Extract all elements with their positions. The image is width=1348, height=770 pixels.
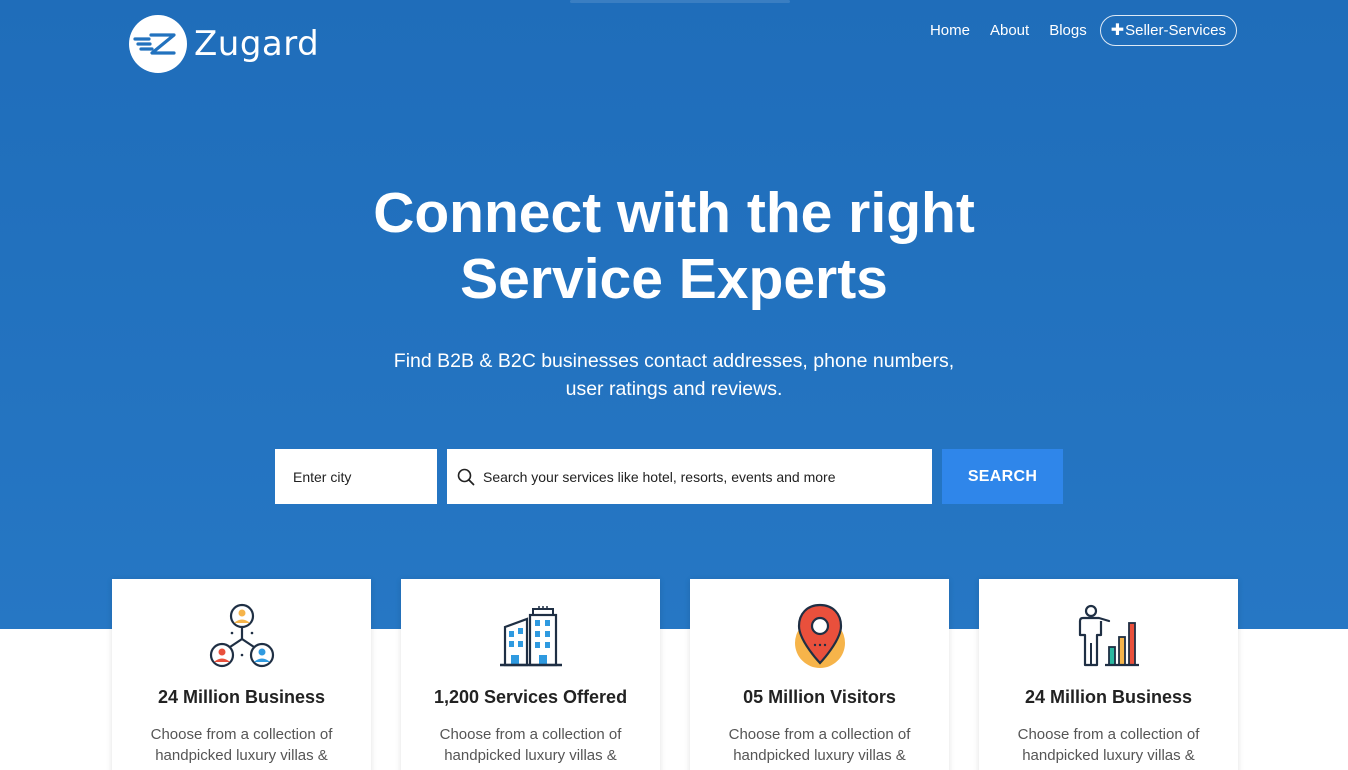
search-icon (457, 468, 475, 486)
zugard-z-logo-icon (129, 15, 187, 73)
hero-subtitle: Find B2B & B2C businesses contact addres… (0, 347, 1348, 403)
stat-card-title: 24 Million Business (157, 687, 326, 707)
hero-subtitle-line1: Find B2B & B2C businesses contact addres… (393, 350, 955, 372)
main-nav: Home About Blogs ✚ Seller-Services (910, 15, 1237, 46)
hero-title-line2: Service Experts (460, 247, 888, 311)
stats-cards: 24 Million Business Choose from a collec… (112, 579, 1238, 770)
seller-services-label: Seller-Services (1125, 22, 1226, 39)
hero-title-line1: Connect with the right (373, 181, 975, 245)
seller-services-button[interactable]: ✚ Seller-Services (1099, 15, 1237, 46)
nav-home[interactable]: Home (930, 22, 970, 39)
stat-card-title: 05 Million Visitors (743, 687, 896, 707)
nav-blogs[interactable]: Blogs (1049, 22, 1087, 39)
stat-card-title: 1,200 Services Offered (433, 687, 628, 707)
stat-card-text: Choose from a collection of handpicked l… (728, 726, 911, 764)
presenter-chart-icon (1078, 604, 1139, 667)
stat-card-text: Choose from a collection of handpicked l… (150, 726, 333, 764)
stat-card-text: Choose from a collection of handpicked l… (1017, 726, 1200, 764)
stat-card: 24 Million Business Choose from a collec… (112, 579, 371, 770)
hero-section: Zugard Home About Blogs ✚ Seller-Service… (0, 0, 1348, 629)
service-search-input[interactable] (447, 449, 932, 504)
service-search-field (447, 449, 932, 504)
search-button[interactable]: SEARCH (942, 449, 1063, 504)
hero-subtitle-line2: user ratings and reviews. (565, 378, 783, 400)
hero-glow (570, 0, 790, 3)
search-form: SEARCH (275, 449, 1063, 504)
brand-name: Zugard (194, 24, 320, 64)
city-input[interactable] (275, 449, 437, 504)
hero-title: Connect with the right Service Experts (0, 180, 1348, 312)
location-pin-icon (795, 603, 845, 668)
people-network-icon (209, 603, 275, 668)
plus-icon: ✚ (1110, 21, 1125, 39)
stat-card: 05 Million Visitors Choose from a collec… (690, 579, 949, 770)
stat-card: 24 Million Business Choose from a collec… (979, 579, 1238, 770)
nav-about[interactable]: About (990, 22, 1029, 39)
stat-card: 1,200 Services Offered Choose from a col… (401, 579, 660, 770)
stat-card-text: Choose from a collection of handpicked l… (439, 726, 622, 764)
buildings-icon (500, 606, 562, 667)
stat-card-title: 24 Million Business (1024, 687, 1193, 707)
brand-logo[interactable]: Zugard (129, 14, 319, 74)
